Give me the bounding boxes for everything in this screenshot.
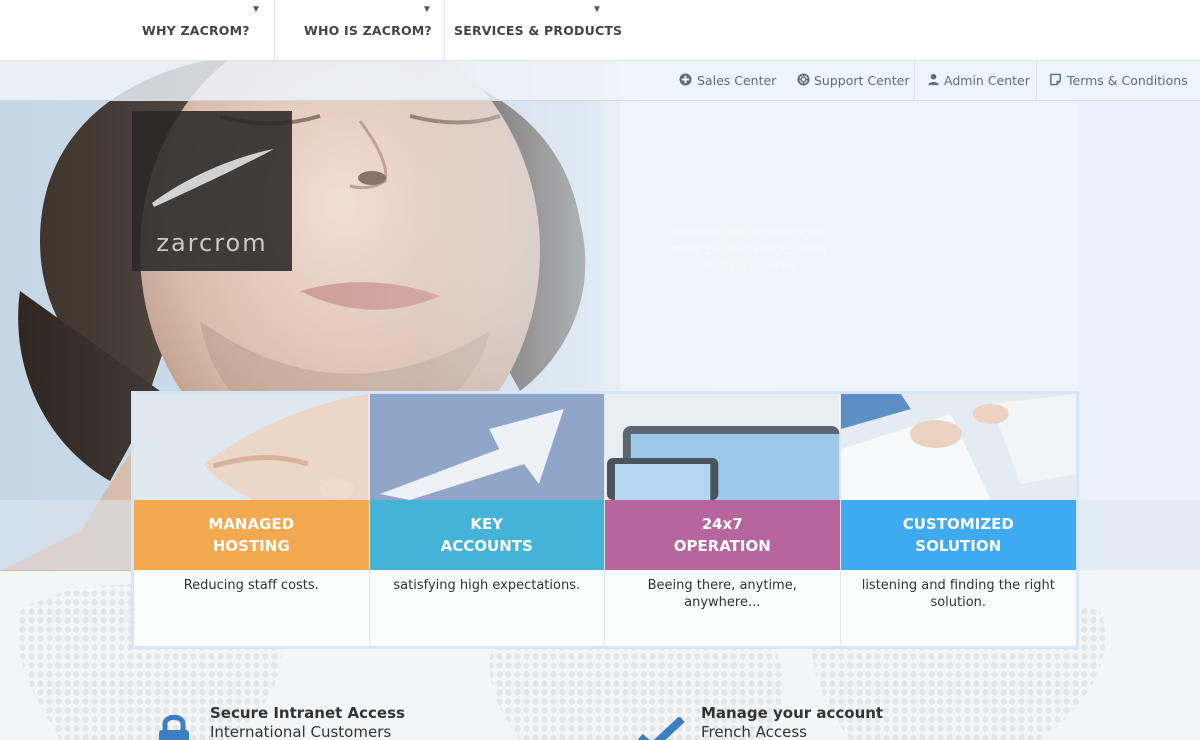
tile-heading: CUSTOMIZED SOLUTION — [902, 515, 1014, 555]
nav-item-label: SERVICES & PRODUCTS — [454, 23, 623, 38]
feature-tiles: MANAGED HOSTING Reducing staff costs. KE… — [131, 391, 1079, 649]
support-center-link[interactable]: Support Center — [785, 61, 914, 101]
tile-heading: KEY ACCOUNTS — [440, 515, 533, 555]
secure-intranet-access-link[interactable]: Secure Intranet Access International Cus… — [210, 704, 405, 740]
secondary-navigation: Sales Center Support Center Admin Center… — [0, 61, 1200, 101]
admin-center-label: Admin Center — [944, 73, 1030, 88]
tile-heading: 24x7 OPERATION — [673, 515, 771, 555]
support-center-label: Support Center — [814, 73, 910, 88]
caret-down-icon: ▼ — [422, 4, 432, 15]
access-subtitle: International Customers — [210, 723, 392, 740]
nav-item-label: WHY ZACROM? — [142, 23, 250, 38]
tile-customized-solution[interactable]: CUSTOMIZED SOLUTION listening and findin… — [840, 394, 1076, 646]
caret-down-icon: ▼ — [592, 4, 602, 15]
access-title: Manage your account — [701, 704, 884, 722]
user-icon — [928, 73, 939, 86]
document-icon — [1050, 73, 1061, 86]
tile-description: listening and finding the right solution… — [861, 578, 1055, 610]
tile-description: Beeing there, anytime, anywhere... — [647, 578, 797, 610]
hand-image — [134, 394, 369, 500]
zarcrom-logo[interactable]: zarcrom — [132, 111, 292, 271]
nav-item-who-is-zacrom[interactable]: WHO IS ZACROM? ▼ — [275, 0, 445, 60]
sales-center-link[interactable]: Sales Center — [671, 61, 785, 101]
access-title: Secure Intranet Access — [210, 704, 405, 722]
tile-24x7-operation[interactable]: 24x7 OPERATION Beeing there, anytime, an… — [605, 394, 841, 646]
tile-heading-bar: 24x7 OPERATION — [605, 500, 840, 570]
nav-item-why-zacrom[interactable]: WHY ZACROM? ▼ — [103, 0, 275, 60]
lock-icon — [159, 714, 189, 740]
hero-tagline: Because we are one of the most EXPERIENC… — [672, 224, 828, 273]
checkmark-icon — [638, 717, 684, 740]
terms-conditions-link[interactable]: Terms & Conditions — [1036, 61, 1200, 101]
top-navigation: WHY ZACROM? ▼ WHO IS ZACROM? ▼ SERVICES … — [0, 0, 1200, 61]
logo-swoosh-icon — [152, 149, 274, 207]
tile-heading-bar: MANAGED HOSTING — [134, 500, 369, 570]
tile-heading: MANAGED HOSTING — [208, 515, 295, 555]
documents-image — [840, 394, 1076, 500]
tile-description: Reducing staff costs. — [183, 578, 319, 593]
devices-image — [605, 394, 840, 500]
terms-conditions-label: Terms & Conditions — [1067, 73, 1188, 88]
access-subtitle: French Access — [701, 723, 807, 740]
caret-down-icon: ▼ — [251, 4, 261, 15]
lifebuoy-icon — [797, 73, 810, 86]
nav-item-label: WHO IS ZACROM? — [304, 23, 432, 38]
tile-description: satisfying high expectations. — [393, 578, 581, 593]
sales-center-label: Sales Center — [697, 73, 777, 88]
nav-item-services-products[interactable]: SERVICES & PRODUCTS ▼ — [445, 0, 622, 60]
logo-wordmark: zarcrom — [156, 229, 268, 257]
admin-center-link[interactable]: Admin Center — [914, 61, 1036, 101]
tile-key-accounts[interactable]: KEY ACCOUNTS satisfying high expectation… — [369, 394, 605, 646]
manage-account-link[interactable]: Manage your account French Access — [701, 704, 883, 740]
tile-heading-bar: CUSTOMIZED SOLUTION — [840, 500, 1076, 570]
plus-circle-icon — [679, 73, 692, 86]
tile-heading-bar: KEY ACCOUNTS — [369, 500, 604, 570]
tile-managed-hosting[interactable]: MANAGED HOSTING Reducing staff costs. — [134, 394, 370, 646]
arrow-image — [369, 394, 604, 500]
